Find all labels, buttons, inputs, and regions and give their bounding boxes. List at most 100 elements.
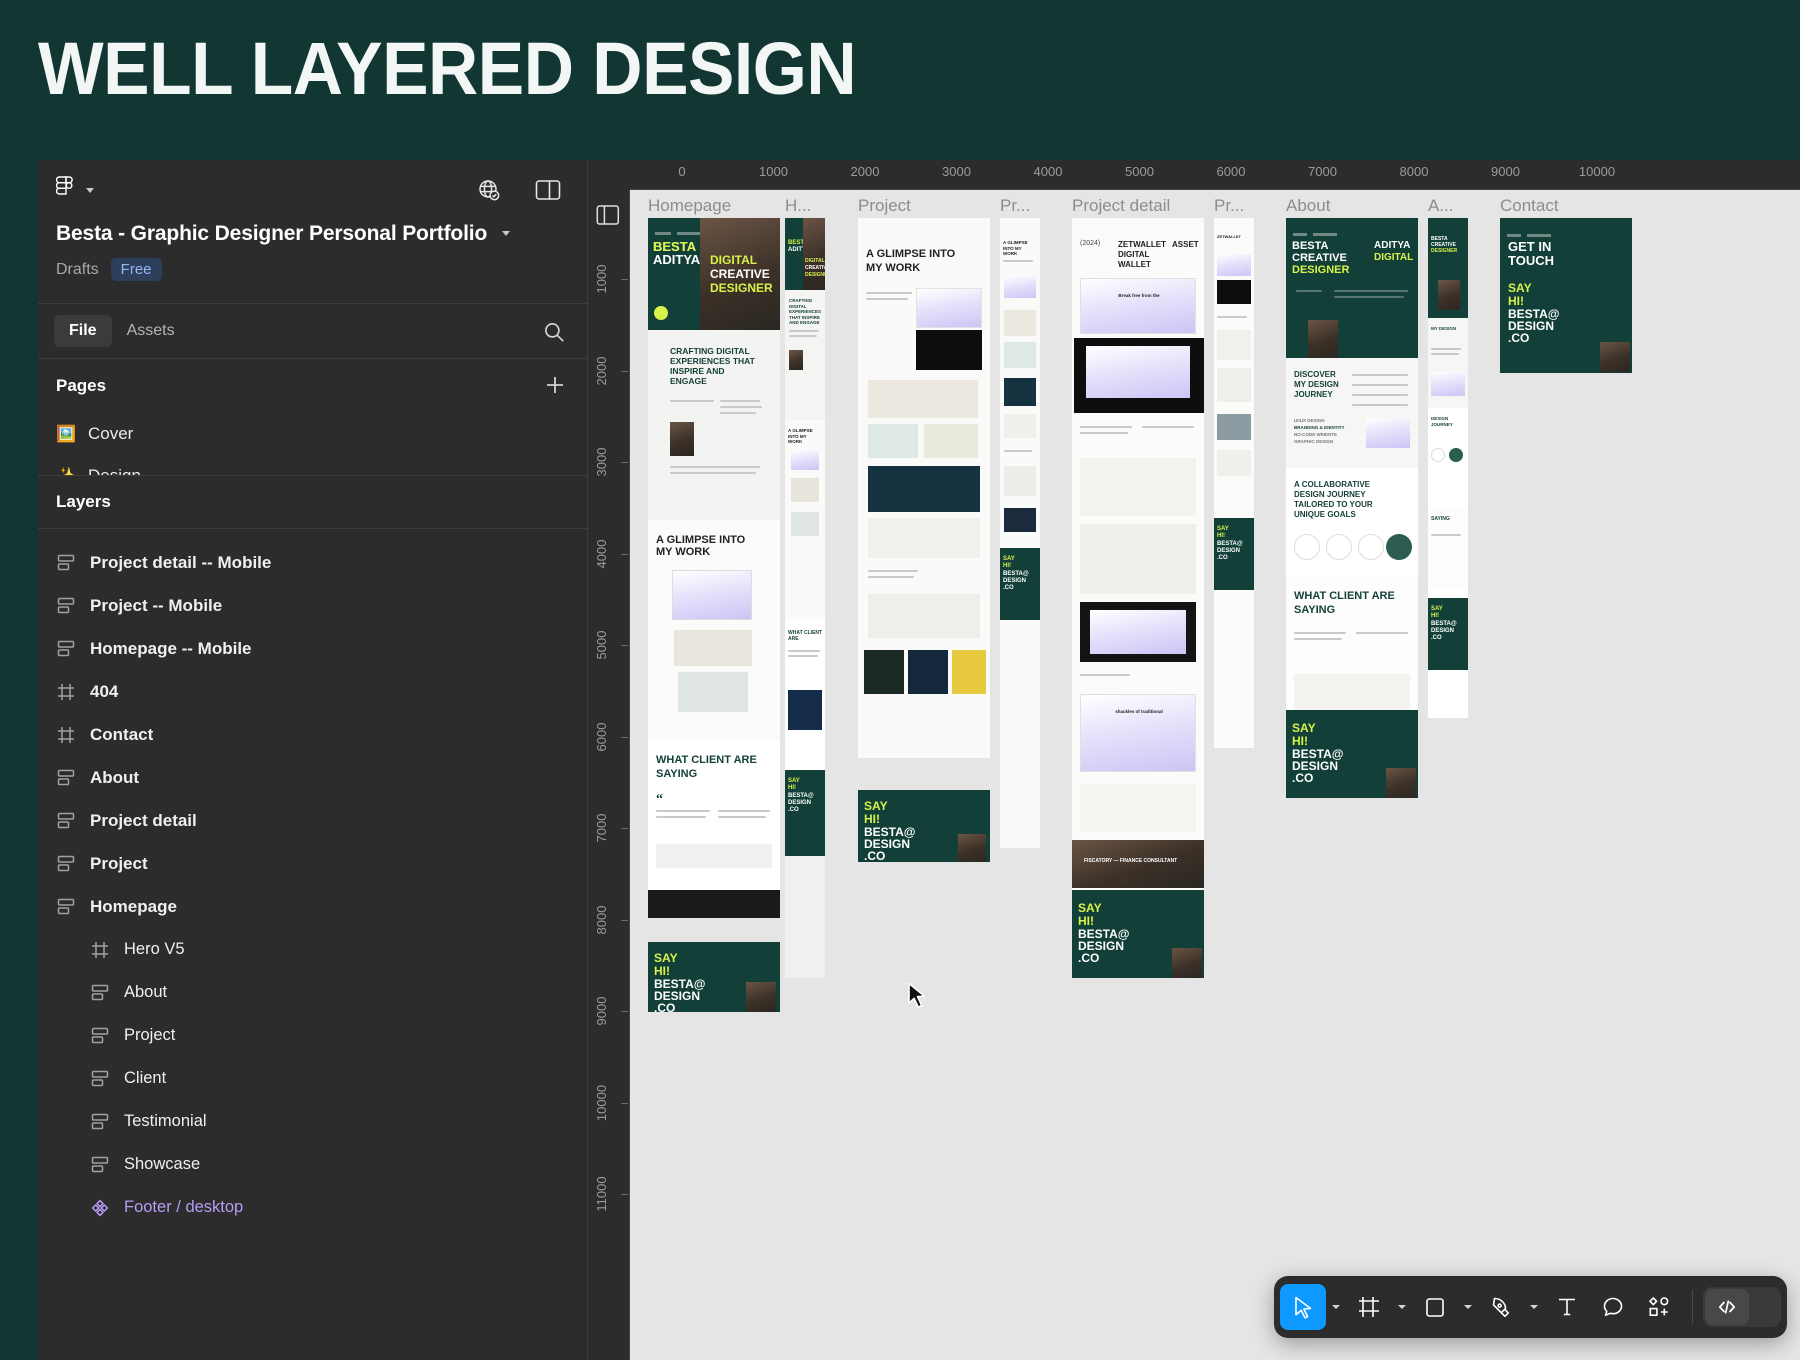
file-title: Besta - Graphic Designer Personal Portfo… (56, 222, 487, 246)
panel-toggle-icon[interactable] (535, 179, 561, 201)
ab-cta-5: .CO (1292, 772, 1313, 785)
layers-header: Layers (38, 475, 587, 529)
about-collab-4: UNIQUE GOALS (1294, 510, 1356, 520)
section-client-1: WHAT CLIENT ARE (656, 754, 757, 767)
frame-label[interactable]: Contact (1500, 196, 1559, 216)
frame-homepage-cta[interactable]: SAY HI! BESTA@ DESIGN .CO (648, 942, 780, 1012)
m-cta-5: .CO (788, 807, 799, 814)
frame-label[interactable]: Homepage (648, 196, 731, 216)
layer-row-footer-desktop[interactable]: Footer / desktop (38, 1186, 587, 1229)
chevron-down-icon[interactable] (86, 188, 94, 193)
layer-row-client[interactable]: Client (38, 1057, 587, 1100)
file-title-row[interactable]: Besta - Graphic Designer Personal Portfo… (38, 222, 587, 246)
layer-label: Showcase (124, 1155, 200, 1174)
layer-label: Footer / desktop (124, 1198, 243, 1217)
frame-label[interactable]: Project (858, 196, 911, 216)
detail-promo-2: shackles of traditional (1103, 709, 1175, 715)
layer-row-project-detail-mobile[interactable]: Project detail -- Mobile (38, 541, 587, 584)
plus-icon[interactable] (543, 373, 567, 397)
section-glimpse-2: MY WORK (656, 546, 710, 558)
layer-label: Homepage (90, 897, 177, 917)
layer-row-project-detail[interactable]: Project detail (38, 799, 587, 842)
frame-project-cta[interactable]: SAY HI! BESTA@ DESIGN .CO (858, 790, 990, 862)
frame-tool[interactable] (1346, 1284, 1392, 1330)
frame-project[interactable]: A GLIMPSE INTO MY WORK (858, 218, 990, 758)
about-t5: DIGITAL (1374, 252, 1413, 264)
hero-tag-1: DIGITAL (710, 254, 757, 266)
frame-label[interactable]: A... (1428, 196, 1454, 216)
shape-tool-dropdown[interactable] (1458, 1284, 1478, 1330)
layer-label: Project -- Mobile (90, 596, 222, 616)
frame-contact[interactable]: GET IN TOUCH SAY HI! BESTA@ DESIGN .CO (1500, 218, 1632, 373)
frame-about[interactable]: BESTA CREATIVE DESIGNER ADITYA DIGITAL D… (1286, 218, 1418, 778)
page-item-cover[interactable]: 🖼️ Cover (38, 413, 587, 455)
chevron-down-icon (1464, 1305, 1472, 1309)
layer-row-project-mobile[interactable]: Project -- Mobile (38, 584, 587, 627)
globe-check-icon[interactable] (477, 178, 501, 202)
frame-project-detail[interactable]: (2024) ZETWALLET DIGITAL WALLET ASSET Br… (1072, 218, 1204, 958)
tab-assets[interactable]: Assets (112, 315, 190, 347)
layer-row-404[interactable]: 404 (38, 670, 587, 713)
dm-cta-5: .CO (1217, 555, 1228, 562)
layer-row-testimonial[interactable]: Testimonial (38, 1100, 587, 1143)
tab-file[interactable]: File (54, 315, 112, 347)
frame-tool-dropdown[interactable] (1392, 1284, 1412, 1330)
layer-row-project[interactable]: Project (38, 1014, 587, 1057)
layer-row-homepage-mobile[interactable]: Homepage -- Mobile (38, 627, 587, 670)
frame-label[interactable]: Pr... (1214, 196, 1244, 216)
layer-row-about[interactable]: About (38, 756, 587, 799)
canvas-area[interactable]: 1000200030004000500060007000800090001000… (588, 160, 1800, 1360)
panel-toggle-icon[interactable] (596, 204, 620, 226)
layer-row-project[interactable]: Project (38, 842, 587, 885)
page-item-design[interactable]: ✨ Design (38, 455, 587, 475)
layer-row-contact[interactable]: Contact (38, 713, 587, 756)
frame-about-cta[interactable]: SAY HI! BESTA@ DESIGN .CO (1286, 710, 1418, 798)
dev-mode-toggle[interactable] (1703, 1287, 1781, 1327)
pen-tool[interactable] (1478, 1284, 1524, 1330)
frame-icon (90, 940, 110, 960)
page-item-label: Cover (88, 424, 133, 444)
pen-tool-dropdown[interactable] (1524, 1284, 1544, 1330)
frame-icon (56, 682, 76, 702)
frame-homepage[interactable]: BESTA BESTA ADITYA DIGITAL CREATIVE DESI… (648, 218, 780, 918)
ruler-tick-h: 5000 (1125, 164, 1154, 179)
text-tool[interactable] (1544, 1284, 1590, 1330)
ruler-tick-v: 11000 (594, 1176, 609, 1211)
layer-label: Project detail (90, 811, 197, 831)
frame-label[interactable]: Pr... (1000, 196, 1030, 216)
frame-project-mobile[interactable]: A GLIMPSE INTO MY WORK SAY HI! BESTA@ DE… (1000, 218, 1040, 848)
pm-glimpse: A GLIMPSE INTO MY WORK (1003, 240, 1037, 257)
layer-label: About (124, 983, 167, 1002)
about-serv-3: NO-CODE WEBSITE (1294, 432, 1337, 438)
comment-tool[interactable] (1590, 1284, 1636, 1330)
layer-row-hero-v5[interactable]: Hero V5 (38, 928, 587, 971)
actions-tool[interactable] (1636, 1284, 1682, 1330)
ruler-mark-v (621, 828, 628, 829)
layer-row-homepage[interactable]: Homepage (38, 885, 587, 928)
drafts-label[interactable]: Drafts (56, 261, 99, 279)
move-tool[interactable] (1280, 1284, 1326, 1330)
search-icon[interactable] (543, 321, 565, 343)
frame-detail-mobile[interactable]: ZETWALLET SAY HI! BESTA@ DESIGN .CO (1214, 218, 1254, 748)
m-cta-4: DESIGN (788, 800, 811, 807)
frame-detail-cta[interactable]: SAY HI! BESTA@ DESIGN .CO (1072, 890, 1204, 978)
frame-about-mobile[interactable]: BESTA CREATIVE DESIGNER MY DESIGN DESIGN… (1428, 218, 1468, 718)
frame-label[interactable]: Project detail (1072, 196, 1170, 216)
frame-homepage-mobile[interactable]: BESTA ADITYA DIGITAL CREATIVE DESIGNER C… (785, 218, 825, 978)
section-icon (90, 983, 110, 1003)
about-t4: ADITYA (1374, 240, 1410, 252)
plan-badge[interactable]: Free (111, 258, 162, 281)
layers-list: Project detail -- Mobile Project -- Mobil… (38, 529, 587, 1229)
move-tool-dropdown[interactable] (1326, 1284, 1346, 1330)
layer-row-showcase[interactable]: Showcase (38, 1143, 587, 1186)
frame-label[interactable]: H... (785, 196, 811, 216)
frame-label[interactable]: About (1286, 196, 1330, 216)
chevron-down-icon[interactable] (502, 231, 510, 236)
shape-tool[interactable] (1412, 1284, 1458, 1330)
figma-logo-icon[interactable] (56, 176, 76, 206)
section-crafting: CRAFTING DIGITAL EXPERIENCES THAT INSPIR… (670, 346, 760, 386)
ruler-tick-v: 6000 (594, 722, 609, 751)
layer-row-about[interactable]: About (38, 971, 587, 1014)
about-serv-2: BRANDING & IDENTITY (1294, 425, 1345, 431)
layer-label: Project (90, 854, 148, 874)
